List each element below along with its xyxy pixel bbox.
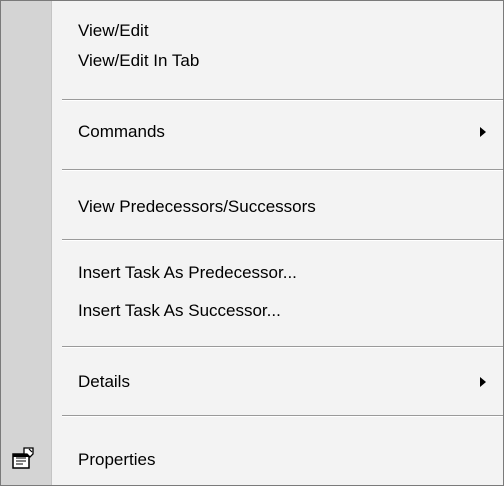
menu-separator (62, 415, 503, 417)
menu-icon-gutter (1, 1, 52, 485)
submenu-arrow-icon (480, 127, 486, 137)
menu-item-insert-task-as-successor[interactable]: Insert Task As Successor... (52, 298, 503, 324)
menu-item-label: Properties (78, 450, 156, 469)
menu-separator (62, 99, 503, 101)
menu-separator (62, 169, 503, 171)
menu-item-label: View/Edit (78, 21, 149, 40)
menu-item-properties[interactable]: Properties (52, 447, 503, 473)
properties-icon (11, 446, 35, 470)
menu-item-commands[interactable]: Commands (52, 119, 503, 145)
menu-item-view-edit[interactable]: View/Edit (52, 18, 503, 44)
menu-item-label: Details (78, 372, 130, 391)
menu-item-view-edit-in-tab[interactable]: View/Edit In Tab (52, 48, 503, 74)
menu-item-label: View/Edit In Tab (78, 51, 200, 70)
menu-item-details[interactable]: Details (52, 369, 503, 395)
menu-item-insert-task-as-predecessor[interactable]: Insert Task As Predecessor... (52, 260, 503, 286)
menu-item-view-predecessors-successors[interactable]: View Predecessors/Successors (52, 194, 503, 220)
context-menu: View/Edit View/Edit In Tab Commands View… (0, 0, 504, 486)
menu-item-label: View Predecessors/Successors (78, 197, 316, 216)
menu-item-label: Commands (78, 122, 165, 141)
submenu-arrow-icon (480, 377, 486, 387)
menu-separator (62, 346, 503, 348)
menu-item-label: Insert Task As Successor... (78, 301, 281, 320)
menu-separator (62, 239, 503, 241)
menu-item-label: Insert Task As Predecessor... (78, 263, 297, 282)
